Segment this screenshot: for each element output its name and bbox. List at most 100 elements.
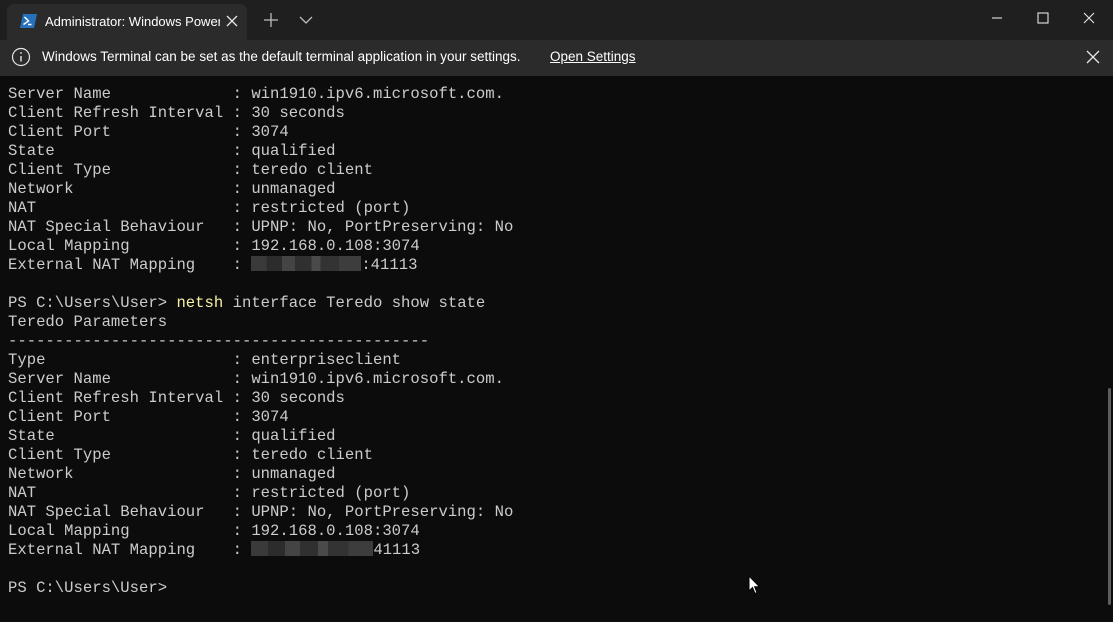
prompt: PS C:\Users\User> (8, 579, 177, 597)
field-label: NAT Special Behaviour (8, 503, 224, 521)
field-label: NAT Special Behaviour (8, 218, 224, 236)
separator: : (223, 256, 252, 274)
separator: : (223, 503, 252, 521)
terminal-line: Server Name : win1910.ipv6.microsoft.com… (8, 370, 1098, 389)
terminal-line: NAT : restricted (port) (8, 199, 1098, 218)
scrollbar[interactable] (1108, 388, 1111, 605)
field-value: win1910.ipv6.microsoft.com. (251, 370, 504, 388)
terminal-line: NAT Special Behaviour : UPNP: No, PortPr… (8, 218, 1098, 237)
output-text: ----------------------------------------… (8, 332, 430, 350)
terminal-line: External NAT Mapping : :41113 (8, 256, 1098, 275)
title-bar: Administrator: Windows PowerShell (0, 0, 1113, 40)
field-label: NAT (8, 199, 224, 217)
field-value: 3074 (251, 123, 289, 141)
separator: : (223, 370, 252, 388)
separator: : (223, 522, 252, 540)
prompt: PS C:\Users\User> (8, 294, 177, 312)
field-label: Network (8, 180, 224, 198)
close-icon[interactable] (1084, 48, 1102, 66)
terminal-output[interactable]: Server Name : win1910.ipv6.microsoft.com… (8, 85, 1098, 598)
field-label: State (8, 142, 224, 160)
terminal-line: Teredo Parameters (8, 313, 1098, 332)
separator: : (223, 484, 252, 502)
minimize-icon (992, 17, 1002, 19)
field-value: UPNP: No, PortPreserving: No (251, 218, 514, 236)
field-value: 30 seconds (251, 389, 345, 407)
field-value: 30 seconds (251, 104, 345, 122)
field-label: State (8, 427, 224, 445)
terminal-line: ----------------------------------------… (8, 332, 1098, 351)
field-label: Local Mapping (8, 237, 224, 255)
terminal-line: PS C:\Users\User> netsh interface Teredo… (8, 294, 1098, 313)
close-icon (1083, 12, 1095, 24)
terminal-line: Local Mapping : 192.168.0.108:3074 (8, 522, 1098, 541)
info-icon (11, 47, 31, 67)
plus-icon[interactable] (262, 11, 280, 29)
terminal-line: External NAT Mapping : 41113 (8, 541, 1098, 560)
field-value: UPNP: No, PortPreserving: No (251, 503, 514, 521)
terminal-line: Client Type : teredo client (8, 161, 1098, 180)
separator: : (223, 85, 252, 103)
tab-powershell[interactable]: Administrator: Windows PowerShell (7, 4, 247, 40)
terminal-line: Network : unmanaged (8, 180, 1098, 199)
separator: : (223, 180, 252, 198)
terminal-line: Client Refresh Interval : 30 seconds (8, 389, 1098, 408)
field-label: Server Name (8, 370, 224, 388)
separator: : (223, 104, 252, 122)
field-value: :41113 (361, 256, 418, 274)
field-label: Local Mapping (8, 522, 224, 540)
separator: : (223, 541, 252, 559)
field-value: enterpriseclient (251, 351, 402, 369)
open-settings-link[interactable]: Open Settings (550, 49, 636, 64)
field-value: qualified (251, 142, 336, 160)
field-label: Client Type (8, 446, 224, 464)
terminal-line: Network : unmanaged (8, 465, 1098, 484)
close-window-button[interactable] (1067, 0, 1113, 36)
separator: : (223, 389, 252, 407)
separator: : (223, 408, 252, 426)
output-text: Teredo Parameters (8, 313, 168, 331)
field-label: Client Port (8, 408, 224, 426)
maximize-button[interactable] (1021, 0, 1067, 36)
field-value: 41113 (373, 541, 421, 559)
field-value: 192.168.0.108:3074 (251, 522, 420, 540)
separator: : (223, 218, 252, 236)
field-label: Client Type (8, 161, 224, 179)
redacted-ip (251, 541, 374, 556)
field-value: 192.168.0.108:3074 (251, 237, 420, 255)
minimize-button[interactable] (975, 0, 1021, 36)
field-value: unmanaged (251, 465, 336, 483)
field-label: Client Refresh Interval (8, 104, 224, 122)
field-label: External NAT Mapping (8, 541, 224, 559)
separator: : (223, 446, 252, 464)
field-value: 3074 (251, 408, 289, 426)
terminal-line: Server Name : win1910.ipv6.microsoft.com… (8, 85, 1098, 104)
field-value: restricted (port) (251, 484, 411, 502)
field-value: teredo client (251, 161, 373, 179)
terminal-line: Type : enterpriseclient (8, 351, 1098, 370)
field-label: External NAT Mapping (8, 256, 224, 274)
field-value: win1910.ipv6.microsoft.com. (251, 85, 504, 103)
tab-title: Administrator: Windows PowerShell (45, 14, 220, 29)
redacted-ip (251, 256, 362, 271)
terminal-line: NAT Special Behaviour : UPNP: No, PortPr… (8, 503, 1098, 522)
chevron-down-icon[interactable] (298, 11, 314, 29)
field-label: Server Name (8, 85, 224, 103)
terminal-line: Client Port : 3074 (8, 408, 1098, 427)
separator: : (223, 237, 252, 255)
terminal-line: Client Type : teredo client (8, 446, 1098, 465)
close-icon[interactable] (223, 12, 241, 30)
separator: : (223, 199, 252, 217)
infobar-message: Windows Terminal can be set as the defau… (42, 49, 521, 64)
separator: : (223, 427, 252, 445)
command: netsh (176, 294, 224, 312)
field-value: teredo client (251, 446, 373, 464)
separator: : (223, 123, 252, 141)
terminal-line: Client Refresh Interval : 30 seconds (8, 104, 1098, 123)
default-terminal-infobar: Windows Terminal can be set as the defau… (0, 40, 1113, 76)
terminal-line: Local Mapping : 192.168.0.108:3074 (8, 237, 1098, 256)
terminal-line: State : qualified (8, 427, 1098, 446)
field-value: qualified (251, 427, 336, 445)
